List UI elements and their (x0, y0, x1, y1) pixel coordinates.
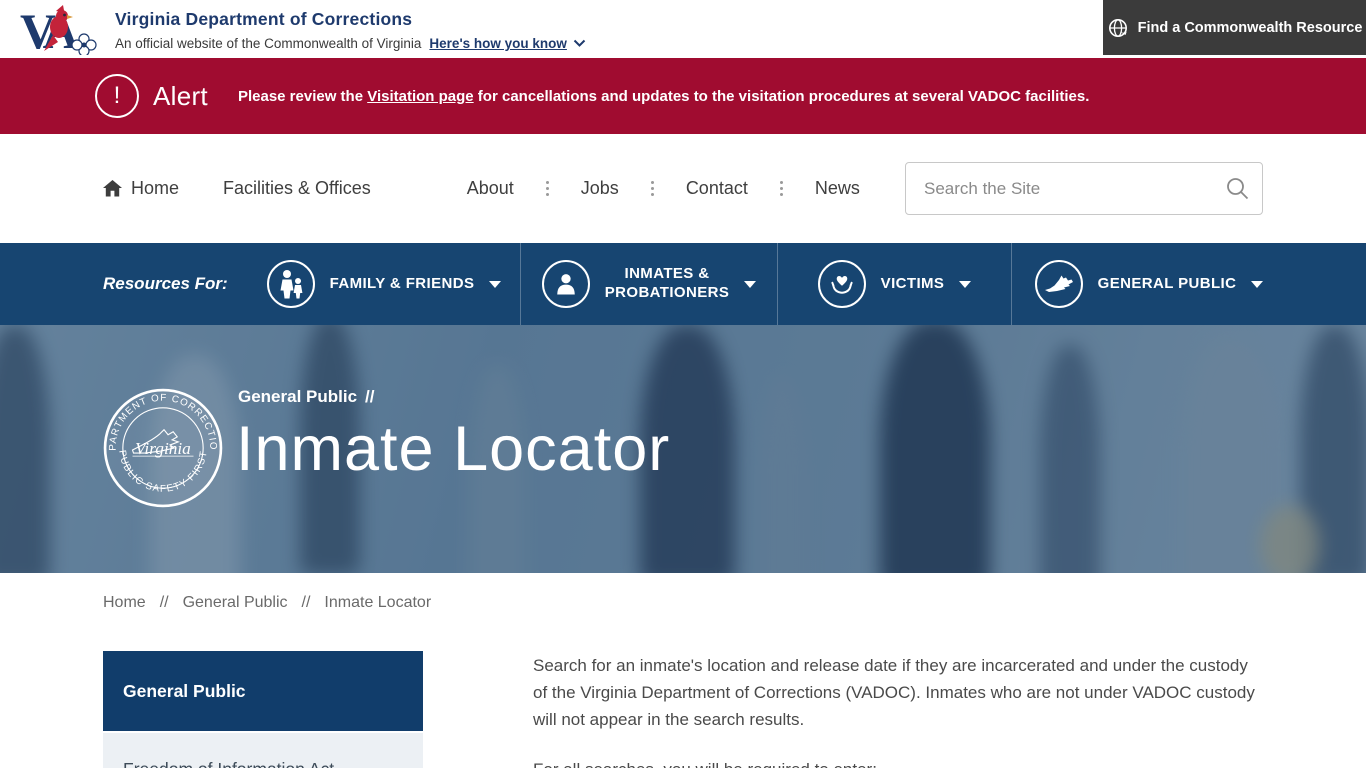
caret-down-icon (744, 281, 756, 288)
site-search (905, 162, 1263, 215)
resources-inmates-probationers[interactable]: INMATES & PROBATIONERS (520, 243, 778, 325)
resources-for-bar: Resources For: FAMILY & FRIENDS IN (0, 243, 1366, 325)
caret-down-icon (959, 281, 971, 288)
search-requirements-lead: For all searches, you will be required t… (533, 756, 1259, 768)
victims-heart-hands-icon (818, 260, 866, 308)
breadcrumb-general-public[interactable]: General Public (183, 594, 288, 612)
seal-center-text: Virginia (135, 439, 191, 458)
dots-separator-icon (780, 181, 783, 196)
main-content: Search for an inmate's location and rele… (533, 651, 1259, 768)
main-navigation: Home Facilities & Offices About Jobs Con… (0, 134, 1366, 243)
hero-eyebrow[interactable]: General Public// (238, 387, 375, 407)
sidebar-item-foia[interactable]: Freedom of Information Act (103, 733, 423, 768)
nav-about-link[interactable]: About (467, 178, 514, 199)
alert-message: Please review the Visitation page for ca… (238, 88, 1089, 105)
resources-for-label: Resources For: (103, 243, 228, 325)
breadcrumb-separator: // (160, 594, 169, 612)
nav-news-link[interactable]: News (815, 178, 860, 199)
breadcrumb-home[interactable]: Home (103, 594, 146, 612)
family-icon (267, 260, 315, 308)
hero-banner: DEPARTMENT OF CORRECTIONS PUBLIC SAFETY … (0, 325, 1366, 573)
nav-contact-link[interactable]: Contact (686, 178, 748, 199)
inmate-icon (542, 260, 590, 308)
find-commonwealth-resource-button[interactable]: Find a Commonwealth Resource (1103, 0, 1366, 55)
site-header: VA Virginia Department of (0, 0, 1366, 58)
sidebar-header-general-public[interactable]: General Public (103, 651, 423, 731)
search-input[interactable] (905, 162, 1263, 215)
breadcrumb-inmate-locator: Inmate Locator (324, 594, 431, 612)
caret-down-icon (489, 281, 501, 288)
search-icon[interactable] (1226, 177, 1249, 200)
resources-family-friends[interactable]: FAMILY & FRIENDS (248, 243, 520, 325)
sidebar: General Public Freedom of Information Ac… (103, 651, 423, 768)
alert-label: Alert (153, 81, 208, 112)
official-site-text: An official website of the Commonwealth … (115, 36, 421, 51)
alert-banner: ! Alert Please review the Visitation pag… (0, 58, 1366, 134)
resources-general-public[interactable]: GENERAL PUBLIC (1012, 243, 1286, 325)
virginia-state-icon (1035, 260, 1083, 308)
va-cardinal-logo[interactable]: VA (20, 3, 104, 55)
dots-separator-icon (651, 181, 654, 196)
globe-icon (1107, 17, 1129, 39)
caret-down-icon (1251, 281, 1263, 288)
page: VA Virginia Department of (0, 0, 1366, 768)
resources-victims[interactable]: VICTIMS (778, 243, 1012, 325)
breadcrumb-separator: // (302, 594, 311, 612)
dots-separator-icon (546, 181, 549, 196)
chevron-down-icon (573, 39, 586, 48)
brand-block: Virginia Department of Corrections An of… (115, 9, 586, 51)
exclamation-circle-icon: ! (95, 74, 139, 118)
content-area: General Public Freedom of Information Ac… (103, 651, 1259, 768)
nav-home-link[interactable]: Home (103, 178, 179, 199)
page-title: Inmate Locator (236, 413, 670, 485)
heres-how-you-know-link[interactable]: Here's how you know (429, 36, 586, 51)
site-title: Virginia Department of Corrections (115, 9, 586, 30)
vadoc-seal: DEPARTMENT OF CORRECTIONS PUBLIC SAFETY … (102, 387, 224, 509)
breadcrumb: Home // General Public // Inmate Locator (103, 594, 431, 612)
nav-facilities-link[interactable]: Facilities & Offices (223, 178, 371, 199)
visitation-page-link[interactable]: Visitation page (367, 88, 473, 105)
intro-paragraph: Search for an inmate's location and rele… (533, 652, 1259, 733)
home-icon (103, 180, 122, 197)
nav-jobs-link[interactable]: Jobs (581, 178, 619, 199)
